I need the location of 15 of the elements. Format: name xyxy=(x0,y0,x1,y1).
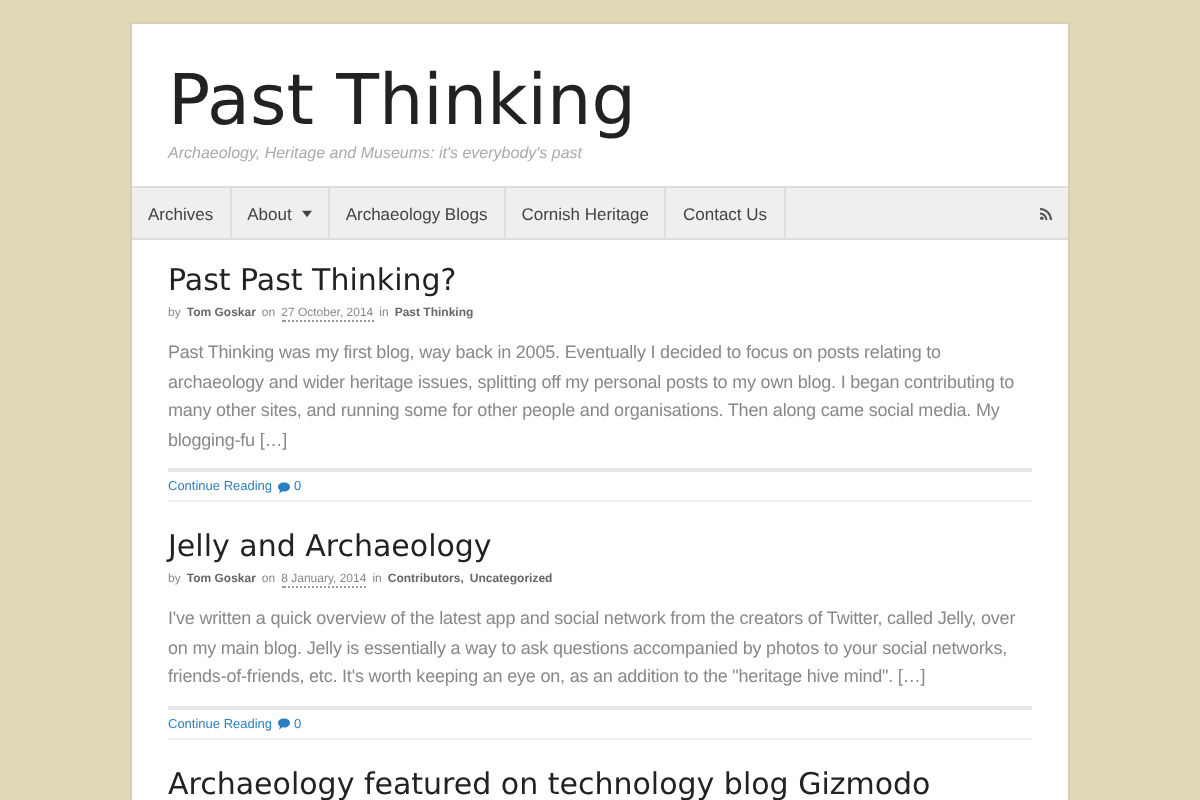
speech-bubble-icon xyxy=(278,481,291,493)
post-excerpt: Past Thinking was my first blog, way back in 2005. Eventually I decided to focus on posts relating to archaeology and wider heritage issues, splitting off my personal posts to my own blog. I began contributing to many other sites, and running some for other people and organisations. Then along came social media. My blogging-fu […] xyxy=(168,340,1017,454)
post-excerpt: I've written a quick overview of the latest app and social network from the creators of Twitter, called Jelly, over on my main blog. Jelly is essentially a way to ask questions accompanied by photos to your social networks, friends-of-friends, etc. It's worth keeping an eye on, as an addition to the "heritage hive mind". […] xyxy=(168,606,1018,690)
post-title[interactable]: Jelly and Archaeology xyxy=(168,526,1032,566)
nav-item[interactable]: About xyxy=(231,188,330,238)
nav-item[interactable]: Archaeology Blogs xyxy=(329,188,506,238)
site-title[interactable]: Past Thinking xyxy=(168,60,636,144)
nav-item[interactable]: Contact Us xyxy=(666,188,786,238)
speech-bubble-icon xyxy=(278,718,291,730)
post-title[interactable]: Archaeology featured on technology blog Gizmodo xyxy=(168,763,1032,800)
nav-item[interactable]: Cornish Heritage xyxy=(505,188,667,238)
rss-icon[interactable] xyxy=(1040,207,1052,219)
post-title[interactable]: Past Past Thinking? xyxy=(168,260,1032,300)
nav-item[interactable]: Archives xyxy=(132,188,232,238)
tagline: Archaeology, Heritage and Museums: it's everybody's past xyxy=(168,144,585,162)
